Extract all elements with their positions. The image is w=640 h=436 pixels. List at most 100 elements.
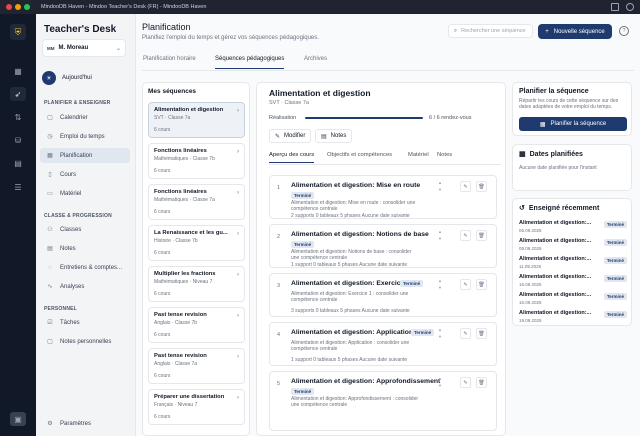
recent-item[interactable]: Alimentation et digestion:... 16.09.2025 T… xyxy=(519,292,627,306)
window-menu-icon[interactable] xyxy=(626,3,634,11)
course-row[interactable]: 4 Alimentation et digestion: Application… xyxy=(269,322,497,366)
dashboard-icon[interactable]: ▦ xyxy=(10,64,26,78)
history-icon: ↺ xyxy=(519,205,525,212)
sidebar-item-taches[interactable]: ☑ Tâches xyxy=(40,315,130,330)
progress-bar-fill xyxy=(305,116,423,120)
course-row[interactable]: 5 Alimentation et digestion: Approfondis… xyxy=(269,371,497,431)
sidebar-item-cours[interactable]: ▯ Cours xyxy=(40,167,130,182)
pencil-icon[interactable]: ✎ xyxy=(460,279,471,290)
sidebar-item-entretiens[interactable]: ◌ Entretiens & comptes... xyxy=(40,260,130,275)
search-icon: ⌕ xyxy=(454,27,458,34)
sequence-card[interactable]: Alimentation et digestion SVT · Classe 7… xyxy=(148,102,245,138)
recent-item[interactable]: Alimentation et digestion:... 15.09.2025 T… xyxy=(519,274,627,288)
sidebar-item-analyses[interactable]: ∿ Analyses xyxy=(40,279,130,294)
page-subtitle: Planifiez l'emploi du temps et gérez vos… xyxy=(142,35,319,41)
status-badge: Terminé xyxy=(411,329,435,336)
user-name: M. Moreau xyxy=(58,45,89,51)
tab-objectifs[interactable]: Objectifs et compétences xyxy=(327,152,392,162)
chart-icon: ∿ xyxy=(47,284,53,290)
close-window-button[interactable] xyxy=(6,4,12,10)
progress-label: Réalisation xyxy=(269,115,297,121)
status-badge: Terminé xyxy=(603,275,627,282)
recent-item[interactable]: Alimentation et digestion:... 09.09.2025 T… xyxy=(519,238,627,252)
trash-icon[interactable]: 🗑 xyxy=(476,377,487,388)
trash-icon[interactable]: 🗑 xyxy=(476,328,487,339)
sidebar-item-materiel[interactable]: ▭ Matériel xyxy=(40,186,130,201)
move-down-icon[interactable]: ▼ xyxy=(438,187,442,192)
course-row[interactable]: 2 Alimentation et digestion: Notions de … xyxy=(269,224,497,268)
plan-sequence-panel: Planifier la séquence Répartir les cours… xyxy=(512,82,632,136)
sequence-card[interactable]: Fonctions linéaires Mathématiques · Clas… xyxy=(148,143,245,179)
sidebar-item-parametres[interactable]: ⚙ Paramètres xyxy=(40,416,130,431)
move-up-icon[interactable]: ▲ xyxy=(438,180,442,185)
pencil-icon[interactable]: ✎ xyxy=(460,377,471,388)
notes-button[interactable]: ▤ Notes xyxy=(315,129,353,143)
move-down-icon[interactable]: ▼ xyxy=(438,236,442,241)
inbox-icon[interactable]: ▤ xyxy=(10,156,26,170)
help-icon[interactable]: ? xyxy=(619,26,629,36)
course-meta: 1 support 0 tableaux 5 phases Aucune dat… xyxy=(291,357,408,363)
sequence-card[interactable]: Fonctions linéaires Mathématiques · Clas… xyxy=(148,184,245,220)
sequence-card[interactable]: Past tense revision Anglais · Classe 7b … xyxy=(148,307,245,343)
minimize-window-button[interactable] xyxy=(15,4,21,10)
tab-notes[interactable]: Notes xyxy=(437,152,452,162)
tab-planification-horaire[interactable]: Planification horaire xyxy=(143,56,196,68)
rocket-icon[interactable]: ➶ xyxy=(10,87,26,101)
sidebar-item-classes[interactable]: ⚇ Classes xyxy=(40,222,130,237)
pencil-icon[interactable]: ✎ xyxy=(460,230,471,241)
sidebar-item-calendrier[interactable]: ▢ Calendrier xyxy=(40,110,130,125)
move-up-icon[interactable]: ▲ xyxy=(438,376,442,381)
chevron-right-icon: › xyxy=(237,354,239,360)
sidebar-item-notes[interactable]: ▤ Notes xyxy=(40,241,130,256)
sliders-icon[interactable]: ☰ xyxy=(10,180,26,194)
course-description: Alimentation et digestion: Notions de ba… xyxy=(291,249,412,261)
sidebar-item-emploi-du-temps[interactable]: ◷ Emploi du temps xyxy=(40,129,130,144)
tab-sequences-pedagogiques[interactable]: Séquences pédagogiques xyxy=(215,56,285,69)
transfer-icon[interactable]: ⇅ xyxy=(10,110,26,124)
course-row[interactable]: 3 Alimentation et digestion: Exercice 1 … xyxy=(269,273,497,317)
sequence-card[interactable]: La Renaissance et les gu... Histoire · C… xyxy=(148,225,245,261)
edit-button[interactable]: ✎ Modifier xyxy=(269,129,312,143)
maximize-window-button[interactable] xyxy=(24,4,30,10)
trash-icon[interactable]: 🗑 xyxy=(476,279,487,290)
plan-sequence-button[interactable]: ▦ Planifier la séquence xyxy=(519,117,627,131)
user-switcher[interactable]: MM M. Moreau ⌄ xyxy=(42,39,126,57)
trash-icon[interactable]: 🗑 xyxy=(476,181,487,192)
move-up-icon[interactable]: ▲ xyxy=(438,327,442,332)
progress-row: Réalisation 6 / 6 rendez-vous xyxy=(269,114,501,122)
move-down-icon[interactable]: ▼ xyxy=(438,383,442,388)
course-row[interactable]: 1 Alimentation et digestion: Mise en rou… xyxy=(269,175,497,219)
course-description: Alimentation et digestion: Approfondisse… xyxy=(291,396,419,408)
tab-apercu-des-cours[interactable]: Aperçu des cours xyxy=(269,152,315,163)
new-sequence-button[interactable]: + Nouvelle séquence xyxy=(538,24,612,39)
pencil-icon[interactable]: ✎ xyxy=(460,181,471,192)
move-up-icon[interactable]: ▲ xyxy=(438,278,442,283)
move-down-icon[interactable]: ▼ xyxy=(438,285,442,290)
status-badge: Terminé xyxy=(603,221,627,228)
today-link[interactable]: ☀ Aujourd'hui xyxy=(42,71,92,85)
pencil-icon: ✎ xyxy=(275,133,281,140)
search-input[interactable]: ⌕ Rechercher une séquence xyxy=(448,24,533,38)
trash-icon[interactable]: 🗑 xyxy=(476,230,487,241)
plan-panel-text: Répartir les cours de cette séquence sur… xyxy=(519,98,619,110)
database-icon[interactable]: ⛁ xyxy=(10,133,26,147)
window-action-icon[interactable] xyxy=(611,3,619,11)
recent-item[interactable]: Alimentation et digestion:... 05.09.2025 T… xyxy=(519,220,627,234)
tab-archives[interactable]: Archives xyxy=(304,56,327,68)
sequence-card[interactable]: Multiplier les fractions Mathématiques ·… xyxy=(148,266,245,302)
chevron-right-icon: › xyxy=(237,231,239,237)
status-badge: Terminé xyxy=(291,192,315,199)
panel-toggle-icon[interactable]: ▣ xyxy=(10,412,26,426)
sequence-card[interactable]: Past tense revision Anglais · Classe 7a … xyxy=(148,348,245,384)
sidebar-item-planification[interactable]: ▦ Planification xyxy=(40,148,130,163)
move-up-icon[interactable]: ▲ xyxy=(438,229,442,234)
recent-item[interactable]: Alimentation et digestion:... 19.09.2025 T… xyxy=(519,310,627,324)
sequence-card[interactable]: Préparer une dissertation Français · Niv… xyxy=(148,389,245,425)
course-meta: 3 supports 0 tableaux 5 phases Aucune da… xyxy=(291,308,410,314)
pencil-icon[interactable]: ✎ xyxy=(460,328,471,339)
status-badge: Terminé xyxy=(603,293,627,300)
tab-materiel[interactable]: Matériel xyxy=(408,152,429,162)
recent-item[interactable]: Alimentation et digestion:... 11.09.2025 T… xyxy=(519,256,627,270)
sidebar-item-notes-personnelles[interactable]: ▢ Notes personnelles xyxy=(40,334,130,349)
move-down-icon[interactable]: ▼ xyxy=(438,334,442,339)
